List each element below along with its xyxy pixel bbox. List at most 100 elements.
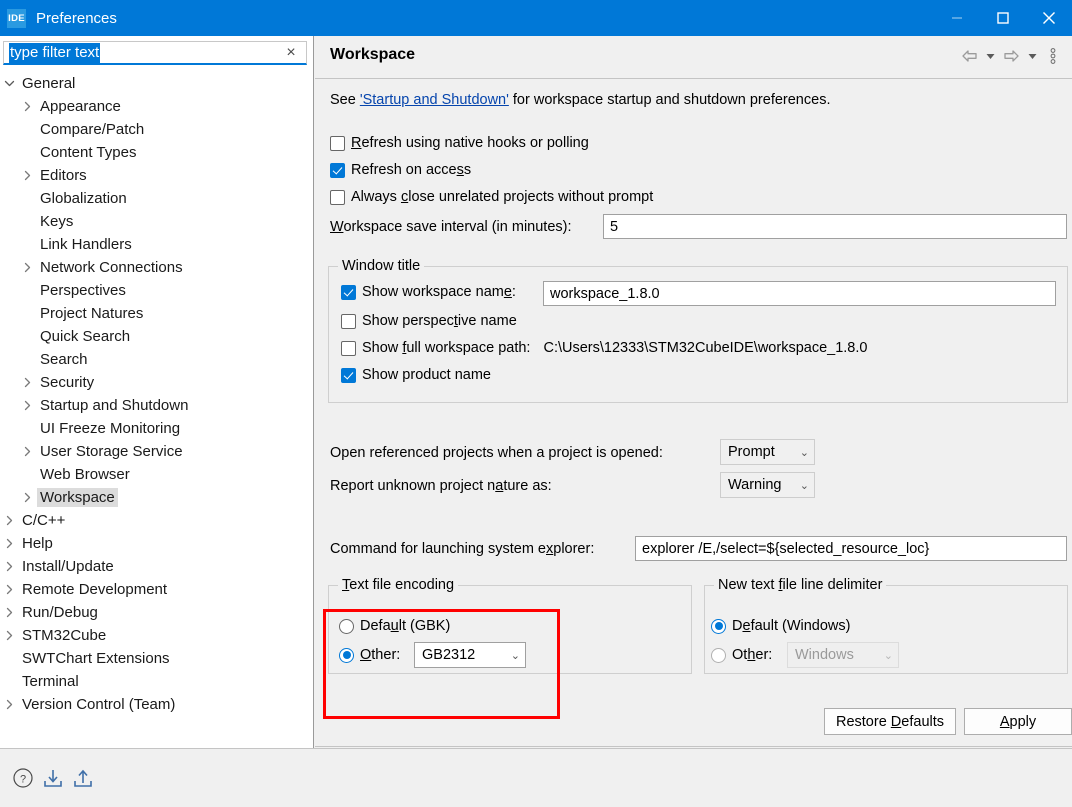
- view-menu-icon[interactable]: [1044, 47, 1062, 65]
- preferences-dialog: IDE Preferences type filter text × Gener…: [0, 0, 1072, 807]
- tree-item-globalization[interactable]: Globalization: [0, 187, 313, 210]
- tree-item-keys[interactable]: Keys: [0, 210, 313, 233]
- show-product-name-checkbox[interactable]: Show product name: [341, 367, 491, 383]
- encoding-default-radio[interactable]: Default (GBK): [339, 618, 450, 634]
- delimiter-other-radio[interactable]: Other:: [711, 647, 772, 663]
- tree-item-general[interactable]: General: [0, 72, 313, 95]
- refresh-native-hooks-checkbox[interactable]: Refresh using native hooks or polling: [330, 135, 589, 151]
- tree-item-ui-freeze-monitoring[interactable]: UI Freeze Monitoring: [0, 417, 313, 440]
- chevron-right-icon[interactable]: [4, 630, 15, 641]
- system-explorer-input[interactable]: explorer /E,/select=${selected_resource_…: [635, 536, 1067, 561]
- chevron-right-icon[interactable]: [22, 101, 33, 112]
- tree-item-c-c[interactable]: C/C++: [0, 509, 313, 532]
- tree-item-user-storage-service[interactable]: User Storage Service: [0, 440, 313, 463]
- report-unknown-nature-label: Report unknown project nature as:: [330, 478, 552, 494]
- chevron-right-icon[interactable]: [22, 262, 33, 273]
- chevron-right-icon[interactable]: [4, 607, 15, 618]
- workspace-name-value: workspace_1.8.0: [550, 285, 660, 302]
- tree-item-terminal[interactable]: Terminal: [0, 670, 313, 693]
- page-title: Workspace: [330, 46, 416, 63]
- chevron-right-icon[interactable]: [22, 170, 33, 181]
- export-icon[interactable]: [72, 767, 94, 789]
- close-unrelated-projects-label: Always close unrelated projects without …: [351, 189, 654, 205]
- tree-item-compare-patch[interactable]: Compare/Patch: [0, 118, 313, 141]
- tree-item-project-natures[interactable]: Project Natures: [0, 302, 313, 325]
- checkbox-box: [330, 135, 345, 151]
- show-perspective-name-checkbox[interactable]: Show perspective name: [341, 313, 517, 329]
- help-icon[interactable]: ?: [12, 767, 34, 789]
- tree-item-editors[interactable]: Editors: [0, 164, 313, 187]
- restore-defaults-button[interactable]: Restore Defaults: [824, 708, 956, 735]
- tree-item-startup-and-shutdown[interactable]: Startup and Shutdown: [0, 394, 313, 417]
- show-perspective-name-label: Show perspective name: [362, 313, 517, 329]
- tree-arrow-placeholder: [22, 193, 33, 204]
- chevron-right-icon[interactable]: [4, 561, 15, 572]
- tree-item-label: Security: [40, 374, 95, 391]
- chevron-down-icon: ⌄: [799, 446, 809, 459]
- full-workspace-path-value: C:\Users\12333\STM32CubeIDE\workspace_1.…: [543, 340, 868, 356]
- tree-item-version-control-team[interactable]: Version Control (Team): [0, 693, 313, 716]
- tree-item-label: Link Handlers: [40, 236, 132, 253]
- forward-menu-chevron-down-icon[interactable]: [1023, 47, 1041, 65]
- delimiter-other-dropdown[interactable]: Windows ⌄: [787, 642, 899, 668]
- tree-item-label: UI Freeze Monitoring: [40, 420, 181, 437]
- workspace-name-input[interactable]: workspace_1.8.0: [543, 281, 1056, 306]
- chevron-right-icon[interactable]: [22, 377, 33, 388]
- show-full-workspace-path-checkbox[interactable]: Show full workspace path: C:\Users\12333…: [341, 340, 867, 356]
- apply-button[interactable]: Apply: [964, 708, 1072, 735]
- tree-item-help[interactable]: Help: [0, 532, 313, 555]
- close-unrelated-projects-checkbox[interactable]: Always close unrelated projects without …: [330, 189, 653, 205]
- chevron-right-icon[interactable]: [22, 492, 33, 503]
- chevron-right-icon[interactable]: [4, 538, 15, 549]
- minimize-icon[interactable]: [934, 0, 980, 36]
- tree-item-security[interactable]: Security: [0, 371, 313, 394]
- tree-item-label: Perspectives: [40, 282, 126, 299]
- forward-arrow-icon[interactable]: [1002, 47, 1020, 65]
- close-icon[interactable]: [1026, 0, 1072, 36]
- tree-item-perspectives[interactable]: Perspectives: [0, 279, 313, 302]
- text-file-encoding-legend: Text file encoding: [338, 577, 459, 593]
- tree-item-remote-development[interactable]: Remote Development: [0, 578, 313, 601]
- maximize-icon[interactable]: [980, 0, 1026, 36]
- open-referenced-projects-dropdown[interactable]: Prompt ⌄: [720, 439, 815, 465]
- tree-item-label: Network Connections: [40, 259, 183, 276]
- report-unknown-nature-dropdown[interactable]: Warning ⌄: [720, 472, 815, 498]
- tree-arrow-placeholder: [4, 676, 15, 687]
- tree-item-link-handlers[interactable]: Link Handlers: [0, 233, 313, 256]
- tree-item-install-update[interactable]: Install/Update: [0, 555, 313, 578]
- back-menu-chevron-down-icon[interactable]: [981, 47, 999, 65]
- tree-item-swtchart-extensions[interactable]: SWTChart Extensions: [0, 647, 313, 670]
- tree-item-quick-search[interactable]: Quick Search: [0, 325, 313, 348]
- search-input[interactable]: type filter text ×: [3, 41, 307, 65]
- chevron-right-icon[interactable]: [22, 446, 33, 457]
- tree-item-network-connections[interactable]: Network Connections: [0, 256, 313, 279]
- tree-arrow-placeholder: [22, 469, 33, 480]
- chevron-right-icon[interactable]: [4, 515, 15, 526]
- show-workspace-name-checkbox[interactable]: Show workspace name:: [341, 284, 516, 300]
- import-icon[interactable]: [42, 767, 64, 789]
- save-interval-input[interactable]: 5: [603, 214, 1067, 239]
- tree-item-appearance[interactable]: Appearance: [0, 95, 313, 118]
- back-arrow-icon[interactable]: [960, 47, 978, 65]
- tree-item-label: SWTChart Extensions: [22, 650, 170, 667]
- preferences-tree[interactable]: General Appearance Compare/Patch Content Ty…: [0, 72, 313, 716]
- tree-item-workspace[interactable]: Workspace: [0, 486, 313, 509]
- tree-item-content-types[interactable]: Content Types: [0, 141, 313, 164]
- clear-filter-icon[interactable]: ×: [282, 44, 300, 62]
- chevron-down-icon[interactable]: [4, 78, 15, 89]
- page-header: Workspace: [315, 36, 1072, 79]
- tree-item-stm32cube[interactable]: STM32Cube: [0, 624, 313, 647]
- delimiter-default-radio[interactable]: Default (Windows): [711, 618, 850, 634]
- tree-item-run-debug[interactable]: Run/Debug: [0, 601, 313, 624]
- encoding-other-dropdown[interactable]: GB2312 ⌄: [414, 642, 526, 668]
- tree-item-search[interactable]: Search: [0, 348, 313, 371]
- chevron-right-icon[interactable]: [4, 584, 15, 595]
- tree-arrow-placeholder: [22, 354, 33, 365]
- chevron-right-icon[interactable]: [4, 699, 15, 710]
- radio-button: [711, 618, 726, 634]
- encoding-other-radio[interactable]: Other:: [339, 647, 400, 663]
- chevron-right-icon[interactable]: [22, 400, 33, 411]
- tree-item-web-browser[interactable]: Web Browser: [0, 463, 313, 486]
- startup-and-shutdown-link[interactable]: 'Startup and Shutdown': [360, 92, 509, 108]
- refresh-on-access-checkbox[interactable]: Refresh on access: [330, 162, 471, 178]
